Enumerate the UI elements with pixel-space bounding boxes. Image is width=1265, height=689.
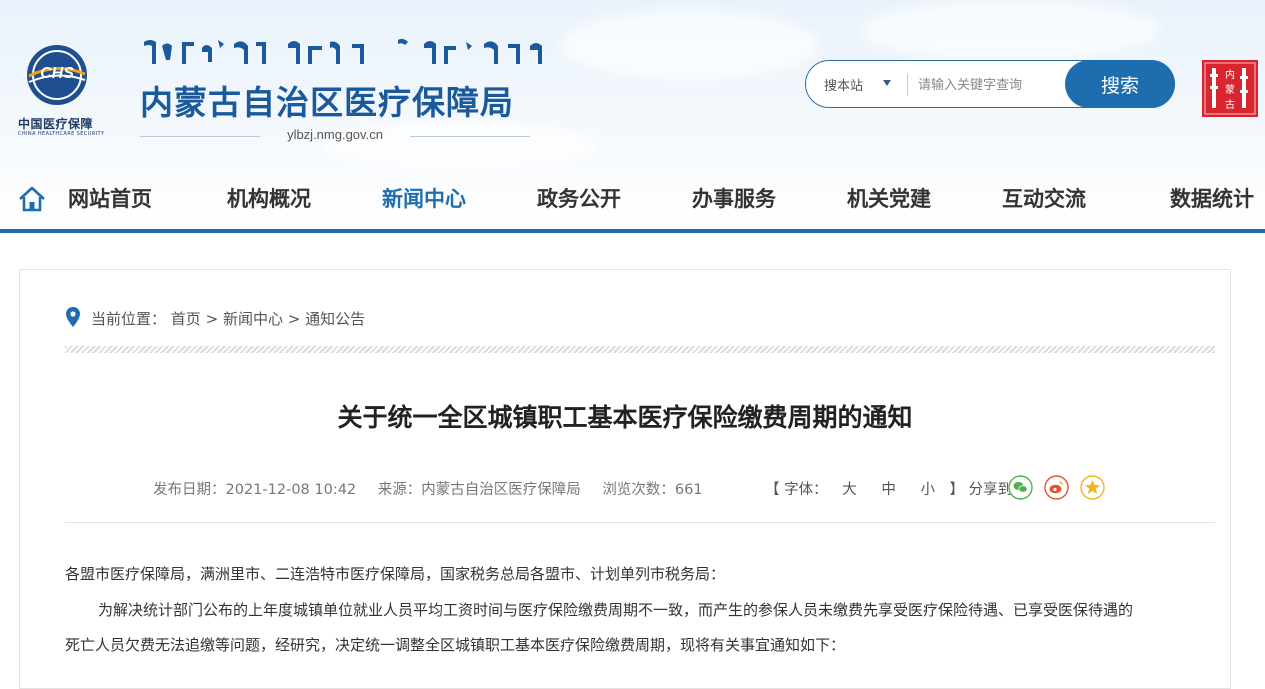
chevron-down-icon[interactable]	[883, 80, 891, 86]
view-count: 浏览次数：661	[602, 482, 703, 498]
site-header: CHS 中国医疗保障 CHINA HEALTHCARE SECURITY 内蒙古…	[0, 0, 1265, 232]
font-size-label: 【 字体：	[765, 482, 828, 498]
breadcrumb-separator: >	[287, 310, 301, 328]
search-input[interactable]	[916, 71, 1070, 99]
meta-divider	[65, 522, 1215, 523]
nav-underline-bar	[0, 229, 1265, 233]
article-tools: 【 字体： 大 中 小 】 分享到：	[765, 478, 1027, 499]
article-salutation: 各盟市医疗保障局，满洲里市、二连浩特市医疗保障局，国家税务总局各盟市、计划单列市…	[65, 565, 726, 583]
site-url-line: ylbzj.nmg.gov.cn	[140, 127, 530, 142]
search-scope-select[interactable]: 搜本站	[824, 75, 863, 94]
chs-logo-icon[interactable]: CHS	[26, 44, 88, 106]
breadcrumb-home-link[interactable]: 首页	[171, 310, 201, 328]
nav-item-statistics[interactable]: 数据统计	[1170, 183, 1254, 213]
hatched-divider	[65, 346, 1215, 353]
seal-text-3: 古	[1225, 98, 1235, 111]
logo-text: 中国医疗保障	[18, 117, 94, 131]
nav-item-about[interactable]: 机构概况	[227, 183, 311, 213]
nav-item-interaction[interactable]: 互动交流	[1002, 183, 1086, 213]
article-source: 来源：内蒙古自治区医疗保障局	[377, 482, 581, 498]
nav-item-news[interactable]: 新闻中心	[382, 183, 466, 213]
article-card: 当前位置： 首页 > 新闻中心 > 通知公告 关于统一全区城镇职工基本医疗保险缴…	[19, 269, 1231, 689]
breadcrumb-news-link[interactable]: 新闻中心	[223, 310, 283, 328]
font-size-large-button[interactable]: 大	[842, 482, 857, 498]
font-size-close: 】	[949, 482, 965, 498]
font-size-medium-button[interactable]: 中	[881, 482, 896, 498]
breadcrumb-prefix: 当前位置：	[91, 310, 167, 328]
site-title: 内蒙古自治区医疗保障局	[140, 83, 514, 122]
logo-mark-text: CHS	[40, 65, 74, 82]
location-pin-icon	[66, 307, 80, 327]
site-url[interactable]: ylbzj.nmg.gov.cn	[270, 127, 400, 142]
nav-item-services[interactable]: 办事服务	[692, 183, 776, 213]
publish-date: 发布日期：2021-12-08 10:42	[153, 482, 357, 498]
home-icon[interactable]	[17, 184, 47, 214]
main-nav: 网站首页 机构概况 新闻中心 政务公开 办事服务 机关党建 互动交流 数据统计	[0, 180, 1265, 220]
search-box: 搜本站 搜索	[805, 60, 1175, 108]
logo-subtext: CHINA HEALTHCARE SECURITY	[18, 131, 105, 137]
breadcrumb: 当前位置： 首页 > 新闻中心 > 通知公告	[91, 308, 365, 329]
article-paragraph: 死亡人员欠费无法追缴等问题，经研究，决定统一调整全区城镇职工基本医疗保险缴费周期…	[65, 636, 846, 654]
article-meta: 发布日期：2021-12-08 10:42 来源：内蒙古自治区医疗保障局 浏览次…	[153, 478, 720, 499]
seal-text-2: 蒙	[1225, 83, 1235, 96]
seal-logo-icon[interactable]: 内 蒙 古	[1202, 60, 1258, 117]
wechat-icon[interactable]	[1008, 475, 1033, 500]
url-rule-left	[140, 136, 260, 137]
breadcrumb-current-link[interactable]: 通知公告	[305, 310, 365, 328]
nav-item-home[interactable]: 网站首页	[68, 183, 152, 213]
qzone-icon[interactable]	[1080, 475, 1105, 500]
search-divider	[907, 74, 908, 96]
weibo-icon[interactable]	[1044, 475, 1069, 500]
mongolian-script-icon	[144, 38, 542, 64]
article-paragraph: 为解决统计部门公布的上年度城镇单位就业人员平均工资时间与医疗保险缴费周期不一致，…	[98, 601, 1134, 619]
seal-text-1: 内	[1225, 68, 1235, 81]
nav-item-party[interactable]: 机关党建	[847, 183, 931, 213]
cloud-decoration	[560, 10, 820, 80]
breadcrumb-separator: >	[205, 310, 219, 328]
search-button[interactable]: 搜索	[1065, 60, 1175, 108]
nav-item-gov-affairs[interactable]: 政务公开	[537, 183, 621, 213]
url-rule-right	[410, 136, 530, 137]
cloud-decoration	[860, 0, 1160, 60]
article-title: 关于统一全区城镇职工基本医疗保险缴费周期的通知	[337, 403, 913, 432]
font-size-small-button[interactable]: 小	[920, 482, 935, 498]
